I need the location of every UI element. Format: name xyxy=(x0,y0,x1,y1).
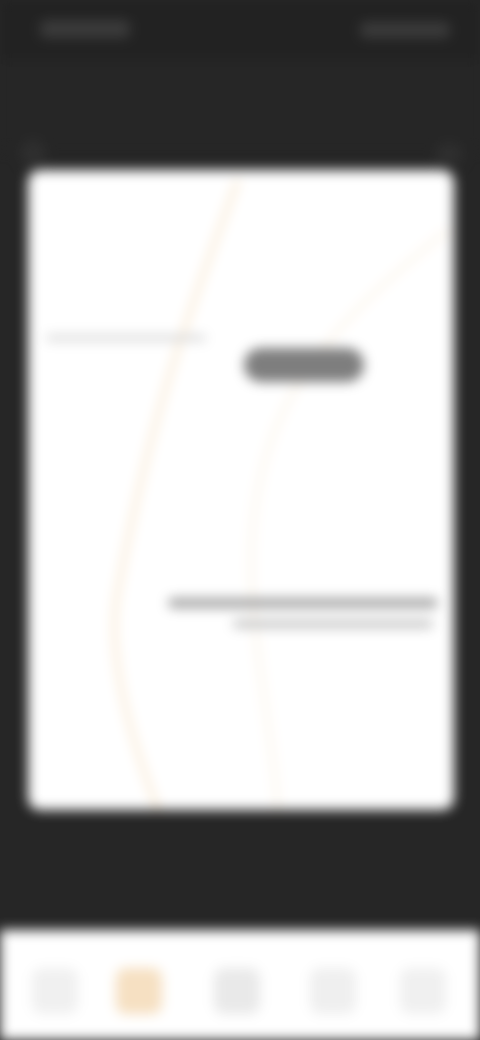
screen xyxy=(0,0,480,1040)
left-text xyxy=(46,335,206,341)
status-bar xyxy=(0,0,480,60)
nav-item-1[interactable] xyxy=(32,968,78,1014)
app-bar xyxy=(0,60,480,166)
status-icons xyxy=(360,22,450,38)
decorative-arc-lines xyxy=(113,179,449,810)
preview-title xyxy=(244,348,364,382)
nav-item-5[interactable] xyxy=(400,968,446,1014)
nav-item-2-active[interactable] xyxy=(116,968,162,1014)
preview-subtitle-2 xyxy=(233,620,433,628)
menu-icon[interactable] xyxy=(436,144,462,164)
back-icon[interactable] xyxy=(20,140,46,166)
nav-item-3[interactable] xyxy=(214,968,260,1014)
nav-item-4[interactable] xyxy=(310,968,356,1014)
preview-subtitle xyxy=(168,598,438,608)
status-time xyxy=(40,20,130,38)
bottom-navigation xyxy=(0,930,480,1040)
image-preview-card[interactable] xyxy=(28,170,454,810)
